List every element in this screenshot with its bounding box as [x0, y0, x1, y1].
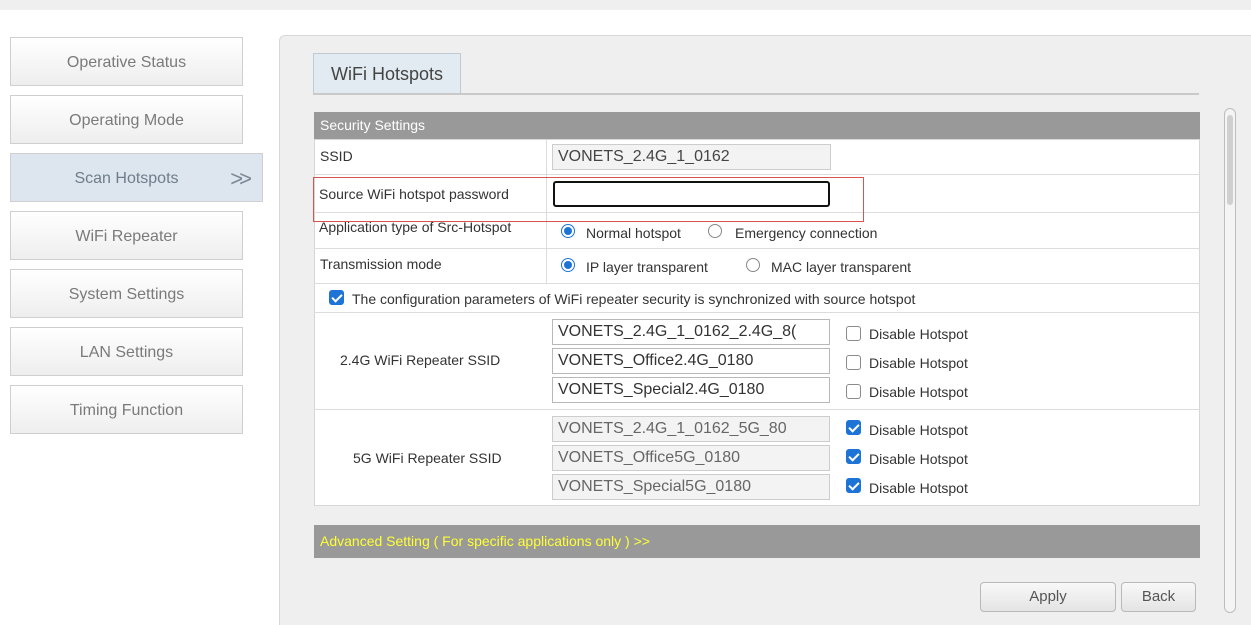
divider	[314, 312, 1200, 313]
repeater-24-ssid-2-input[interactable]: VONETS_Office2.4G_0180	[552, 348, 830, 374]
ssid-label: SSID	[320, 148, 353, 164]
divider	[314, 248, 1200, 249]
disable-hotspot-label: Disable Hotspot	[869, 480, 968, 496]
disable-hotspot-label: Disable Hotspot	[869, 384, 968, 400]
radio-emergency-connection[interactable]	[708, 224, 722, 238]
sidebar-item-label: WiFi Repeater	[75, 228, 178, 245]
sync-label: The configuration parameters of WiFi rep…	[352, 291, 916, 307]
sync-checkbox[interactable]	[329, 290, 344, 305]
password-label: Source WiFi hotspot password	[319, 186, 509, 202]
repeater-24-ssid-3-input[interactable]: VONETS_Special2.4G_0180	[552, 377, 830, 403]
sidebar-item-operative-status[interactable]: Operative Status	[10, 37, 243, 86]
radio-ip-layer[interactable]	[561, 258, 575, 272]
tab-divider	[313, 93, 1199, 95]
tab-wifi-hotspots[interactable]: WiFi Hotspots	[313, 53, 461, 93]
radio-normal-hotspot[interactable]	[561, 224, 575, 238]
divider	[314, 409, 1200, 410]
disable-hotspot-5-1-checkbox[interactable]	[846, 420, 861, 435]
repeater-24-label: 2.4G WiFi Repeater SSID	[340, 352, 501, 368]
radio-label: IP layer transparent	[586, 259, 708, 275]
disable-hotspot-5-3-checkbox[interactable]	[846, 478, 861, 493]
sidebar-item-label: System Settings	[68, 286, 185, 303]
repeater-5-ssid-2-input[interactable]: VONETS_Office5G_0180	[552, 445, 830, 471]
advanced-setting-link[interactable]: Advanced Setting ( For specific applicat…	[314, 525, 1200, 558]
sidebar-item-system-settings[interactable]: System Settings	[10, 269, 243, 318]
radio-label: Emergency connection	[735, 225, 878, 241]
disable-hotspot-5-2-checkbox[interactable]	[846, 449, 861, 464]
top-strip	[0, 0, 1251, 10]
sidebar-item-scan-hotspots[interactable]: Scan Hotspots >>	[10, 153, 263, 202]
transmission-label: Transmission mode	[320, 256, 442, 272]
radio-label: MAC layer transparent	[771, 259, 912, 275]
ssid-field: VONETS_2.4G_1_0162	[552, 144, 831, 170]
disable-hotspot-label: Disable Hotspot	[869, 326, 968, 342]
sidebar-item-label: Operative Status	[66, 54, 187, 71]
disable-hotspot-label: Disable Hotspot	[869, 451, 968, 467]
sidebar-item-operating-mode[interactable]: Operating Mode	[10, 95, 243, 144]
app-type-label: Application type of Src-Hotspot	[319, 219, 512, 235]
repeater-5-ssid-3-input[interactable]: VONETS_Special5G_0180	[552, 474, 830, 500]
sidebar-item-label: Operating Mode	[69, 112, 184, 129]
sidebar-item-timing-function[interactable]: Timing Function	[10, 385, 243, 434]
repeater-5-label: 5G WiFi Repeater SSID	[353, 450, 502, 466]
sidebar-item-label: Timing Function	[69, 402, 184, 419]
sidebar-item-wifi-repeater[interactable]: WiFi Repeater	[10, 211, 243, 260]
back-button[interactable]: Back	[1121, 582, 1196, 612]
repeater-5-ssid-1-input[interactable]: VONETS_2.4G_1_0162_5G_80	[552, 416, 830, 442]
disable-hotspot-label: Disable Hotspot	[869, 355, 968, 371]
sidebar-item-label: Scan Hotspots	[74, 170, 179, 187]
repeater-24-ssid-1-input[interactable]: VONETS_2.4G_1_0162_2.4G_8(	[552, 319, 830, 345]
section-header-security: Security Settings	[314, 112, 1200, 139]
radio-label: Normal hotspot	[586, 225, 681, 241]
disable-hotspot-24-1-checkbox[interactable]	[846, 326, 861, 341]
sidebar-item-lan-settings[interactable]: LAN Settings	[10, 327, 243, 376]
scrollbar-thumb[interactable]	[1227, 115, 1233, 205]
radio-mac-layer[interactable]	[746, 258, 760, 272]
disable-hotspot-24-2-checkbox[interactable]	[846, 355, 861, 370]
disable-hotspot-label: Disable Hotspot	[869, 422, 968, 438]
apply-button[interactable]: Apply	[980, 582, 1116, 612]
password-input[interactable]	[553, 181, 830, 207]
disable-hotspot-24-3-checkbox[interactable]	[846, 384, 861, 399]
divider	[314, 283, 1200, 284]
chevron-right-icon: >>	[230, 166, 252, 191]
divider	[314, 174, 1200, 175]
sidebar-item-label: LAN Settings	[79, 344, 174, 361]
